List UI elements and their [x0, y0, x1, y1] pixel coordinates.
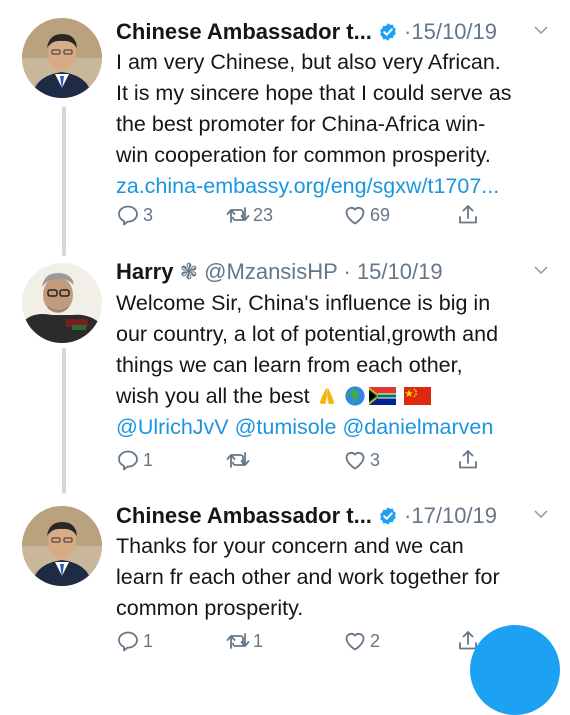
avatar[interactable]: [22, 263, 102, 343]
chevron-down-icon[interactable]: [532, 505, 550, 523]
reply-count: 1: [143, 630, 154, 651]
tweet[interactable]: Harry ❃ @MzansisHP · 15/10/19 Welcome Si…: [0, 245, 570, 490]
text-line: wish you all the best: [116, 384, 310, 408]
text-line: our country, a lot of potential,growth a…: [116, 322, 499, 346]
flag-south-africa-icon: [368, 387, 396, 405]
heart-icon: [345, 207, 365, 225]
share-icon: [459, 205, 477, 224]
retweet-icon: [226, 452, 250, 468]
text-line: It is my sincere hope that I could serve…: [116, 81, 512, 105]
text-line: Thanks for your concern and we can: [116, 534, 464, 558]
retweet-button[interactable]: [226, 447, 253, 473]
separator: ·: [343, 259, 351, 284]
globe-africa-icon: [344, 386, 365, 406]
heart-icon: [345, 452, 365, 470]
mentions[interactable]: @UlrichJvV @tumisole @danielmarven: [116, 412, 552, 443]
retweet-count: 1: [253, 630, 264, 651]
share-icon: [459, 450, 477, 469]
compose-tweet-button[interactable]: [470, 625, 560, 715]
retweet-button[interactable]: 1: [226, 628, 263, 654]
text-line: the best promoter for China-Africa win-: [116, 112, 486, 136]
like-count: 2: [370, 630, 381, 651]
tweet[interactable]: Chinese Ambassador t... ·15/10/19 I am v…: [0, 0, 570, 245]
reply-count: 3: [143, 204, 154, 225]
reply-icon: [118, 205, 138, 226]
tweet-header: Chinese Ambassador t... ·15/10/19: [116, 17, 550, 47]
folded-hands-icon: [319, 387, 334, 405]
share-button[interactable]: [456, 202, 480, 228]
tweet-actions: 1 1 2: [116, 628, 477, 654]
tweet-text: Thanks for your concern and we can learn…: [116, 531, 552, 624]
tweet-text: I am very Chinese, but also very African…: [116, 47, 552, 202]
avatar[interactable]: [22, 18, 102, 98]
flag-china-icon: [403, 387, 431, 405]
retweet-button[interactable]: 23: [226, 202, 273, 228]
like-button[interactable]: 3: [343, 447, 380, 473]
like-button[interactable]: 2: [343, 628, 380, 654]
tweet-actions: 1 3: [116, 447, 477, 473]
reply-button[interactable]: 1: [116, 447, 153, 473]
reply-count: 1: [143, 449, 154, 470]
like-count: 3: [370, 449, 381, 470]
display-name[interactable]: Chinese Ambassador t...: [116, 503, 372, 528]
tweet[interactable]: Chinese Ambassador t... ·17/10/19 Thanks…: [0, 490, 570, 652]
tweet-date[interactable]: 15/10/19: [357, 259, 443, 284]
reply-button[interactable]: 1: [116, 628, 153, 654]
text-line: things we can learn from each other,: [116, 353, 463, 377]
display-name[interactable]: Chinese Ambassador t...: [116, 19, 372, 44]
reply-button[interactable]: 3: [116, 202, 153, 228]
user-handle[interactable]: @MzansisHP: [204, 259, 337, 284]
retweet-icon: [226, 633, 250, 649]
display-name[interactable]: Harry: [116, 259, 173, 284]
name-symbol: ❃: [179, 259, 199, 284]
share-button[interactable]: [456, 447, 480, 473]
retweet-icon: [226, 207, 250, 223]
avatar[interactable]: [22, 506, 102, 586]
verified-badge-icon: [380, 507, 396, 525]
like-count: 69: [370, 204, 391, 225]
verified-badge-icon: [380, 23, 396, 41]
tweet-date[interactable]: 17/10/19: [411, 503, 497, 528]
text-line: learn fr each other and work together fo…: [116, 565, 500, 589]
retweet-count: 23: [253, 204, 274, 225]
tweet-date[interactable]: 15/10/19: [411, 19, 497, 44]
text-line: win cooperation for common prosperity.: [116, 143, 491, 167]
tweet-header: Harry ❃ @MzansisHP · 15/10/19: [116, 257, 550, 287]
tweet-header: Chinese Ambassador t... ·17/10/19: [116, 501, 550, 531]
chevron-down-icon[interactable]: [532, 261, 550, 279]
tweet-actions: 3 23 69: [116, 202, 477, 228]
tweet-text: Welcome Sir, China's influence is big in…: [116, 288, 552, 443]
chevron-down-icon[interactable]: [532, 21, 550, 39]
tweet-link[interactable]: za.china-embassy.org/eng/sgxw/t1707...: [116, 171, 552, 202]
like-button[interactable]: 69: [343, 202, 390, 228]
text-line: common prosperity.: [116, 596, 304, 620]
reply-icon: [118, 631, 138, 652]
heart-icon: [345, 633, 365, 651]
text-line: I am very Chinese, but also very African…: [116, 50, 501, 74]
text-line-with-emoji: wish you all the best: [116, 381, 552, 412]
reply-icon: [118, 450, 138, 471]
text-line: Welcome Sir, China's influence is big in: [116, 291, 491, 315]
